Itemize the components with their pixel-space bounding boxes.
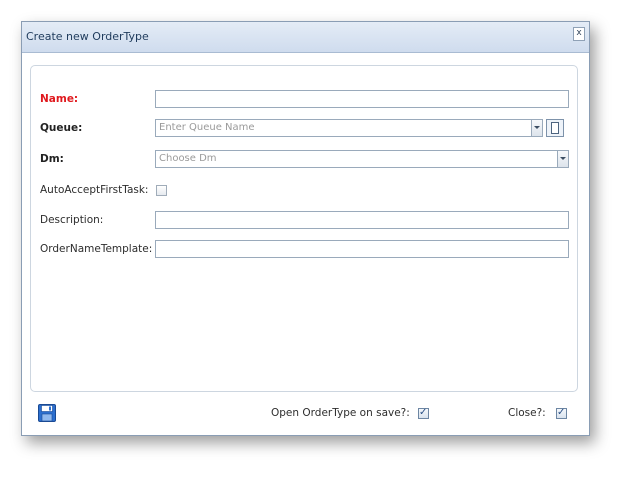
queue-dropdown-arrow-icon[interactable]	[531, 120, 542, 136]
open-on-save-label: Open OrderType on save?:	[271, 407, 410, 419]
check-icon: ✓	[557, 407, 566, 418]
description-label: Description:	[40, 214, 104, 226]
dialog-title: Create new OrderType	[26, 30, 149, 43]
auto-accept-label: AutoAcceptFirstTask:	[40, 184, 149, 196]
name-input[interactable]	[155, 90, 569, 108]
close-on-save-label: Close?:	[508, 407, 546, 419]
dm-dropdown-arrow-icon[interactable]	[557, 151, 568, 167]
open-on-save-checkbox[interactable]: ✓	[418, 407, 429, 419]
close-on-save-checkbox[interactable]: ✓	[556, 407, 567, 419]
queue-placeholder: Enter Queue Name	[159, 122, 255, 133]
queue-combobox[interactable]: Enter Queue Name	[155, 119, 543, 137]
create-ordertype-dialog: Create new OrderType x Name: Queue: Ente…	[21, 21, 590, 436]
order-name-template-label: OrderNameTemplate:	[40, 243, 153, 255]
dialog-titlebar[interactable]: Create new OrderType x	[22, 22, 589, 53]
dm-combobox[interactable]: Choose Dm	[155, 150, 569, 168]
order-name-template-input[interactable]	[155, 240, 569, 258]
form-panel: Name: Queue: Enter Queue Name Dm: Choose…	[30, 65, 578, 392]
document-icon	[551, 122, 559, 134]
floppy-disk-icon	[38, 404, 56, 422]
name-label: Name:	[40, 93, 79, 105]
dm-placeholder: Choose Dm	[159, 153, 217, 164]
queue-label: Queue:	[40, 122, 83, 134]
close-button[interactable]: x	[573, 27, 585, 41]
save-button[interactable]	[38, 404, 56, 422]
dm-label: Dm:	[40, 153, 64, 165]
queue-browse-button[interactable]	[546, 119, 564, 137]
auto-accept-checkbox[interactable]	[156, 185, 167, 196]
check-icon: ✓	[419, 407, 428, 418]
description-input[interactable]	[155, 211, 569, 229]
